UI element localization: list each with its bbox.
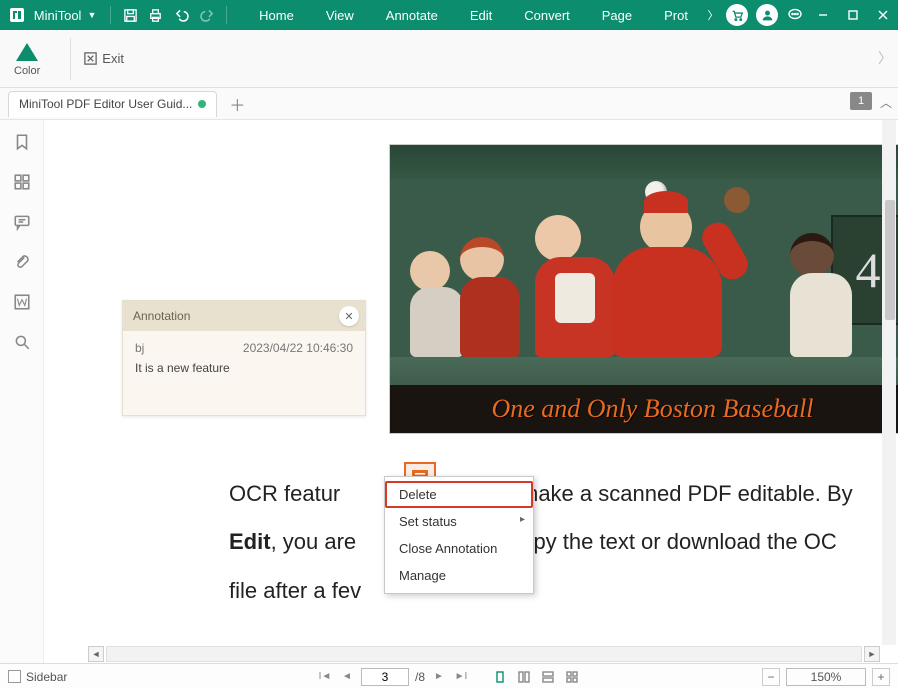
scroll-right-icon[interactable]: ► bbox=[864, 646, 880, 662]
feedback-icon[interactable] bbox=[782, 0, 808, 30]
document-tab[interactable]: MiniTool PDF Editor User Guid... bbox=[8, 91, 217, 117]
context-menu: Delete Set status Close Annotation Manag… bbox=[384, 476, 534, 594]
menu-home[interactable]: Home bbox=[243, 0, 310, 30]
tab-title: MiniTool PDF Editor User Guid... bbox=[19, 97, 192, 111]
menu-annotate[interactable]: Annotate bbox=[370, 0, 454, 30]
color-label: Color bbox=[14, 65, 40, 77]
context-delete[interactable]: Delete bbox=[385, 481, 533, 508]
status-bar: Sidebar I◄ ◄ /8 ► ►I − 150% + bbox=[0, 663, 898, 689]
scroll-left-icon[interactable]: ◄ bbox=[88, 646, 104, 662]
annotation-title: Annotation bbox=[133, 309, 190, 323]
collapse-icon[interactable]: ︿ bbox=[880, 94, 892, 111]
redo-icon[interactable] bbox=[194, 0, 220, 30]
menu-view[interactable]: View bbox=[310, 0, 370, 30]
menu-page[interactable]: Page bbox=[586, 0, 648, 30]
comments-icon[interactable] bbox=[10, 210, 34, 234]
close-button[interactable] bbox=[868, 0, 898, 30]
vertical-scrollbar[interactable] bbox=[882, 120, 896, 645]
view-facing-icon[interactable] bbox=[539, 669, 557, 685]
bookmark-icon[interactable] bbox=[10, 130, 34, 154]
color-tool[interactable]: Color bbox=[14, 41, 40, 77]
page-navigator: I◄ ◄ /8 ► ►I bbox=[317, 668, 581, 686]
menu-overflow-icon[interactable]: 〉 bbox=[704, 7, 722, 23]
annotation-popup: Annotation ✕ bj 2023/04/22 10:46:30 It i… bbox=[122, 300, 366, 416]
separator bbox=[226, 6, 227, 24]
horizontal-scrollbar[interactable]: ◄ ► bbox=[88, 645, 880, 663]
zoom-out-button[interactable]: − bbox=[762, 668, 780, 686]
title-bar: MiniTool ▼ Home View Annotate Edit Conve… bbox=[0, 0, 898, 30]
word-icon[interactable] bbox=[10, 290, 34, 314]
context-set-status[interactable]: Set status bbox=[385, 508, 533, 535]
undo-icon[interactable] bbox=[169, 0, 195, 30]
banner-text: One and Only Boston Baseball bbox=[491, 394, 813, 424]
exit-label: Exit bbox=[102, 51, 124, 66]
annotation-text: It is a new feature bbox=[135, 361, 353, 375]
context-close-annotation[interactable]: Close Annotation bbox=[385, 535, 533, 562]
zoom-in-button[interactable]: + bbox=[872, 668, 890, 686]
modified-dot-icon bbox=[198, 100, 206, 108]
left-sidebar bbox=[0, 120, 44, 663]
app-logo-icon bbox=[6, 4, 28, 26]
sidebar-checkbox[interactable] bbox=[8, 670, 21, 683]
thumbnails-icon[interactable] bbox=[10, 170, 34, 194]
color-triangle-icon bbox=[16, 43, 38, 61]
cart-icon[interactable] bbox=[726, 4, 748, 26]
ribbon-expand-icon[interactable]: 〉 bbox=[878, 48, 892, 68]
last-page-icon[interactable]: ►I bbox=[453, 669, 469, 685]
maximize-button[interactable] bbox=[838, 0, 868, 30]
add-tab-button[interactable]: ＋ bbox=[225, 92, 249, 116]
document-tabs: MiniTool PDF Editor User Guid... ＋ 1 ︿ bbox=[0, 88, 898, 120]
first-page-icon[interactable]: I◄ bbox=[317, 669, 333, 685]
document-image: 4 bbox=[389, 144, 898, 434]
annotation-header: Annotation ✕ bbox=[123, 301, 365, 331]
menu-edit[interactable]: Edit bbox=[454, 0, 508, 30]
next-page-icon[interactable]: ► bbox=[431, 669, 447, 685]
app-name: MiniTool bbox=[34, 8, 82, 23]
page-input[interactable] bbox=[361, 668, 409, 686]
ribbon: Color Exit 〉 bbox=[0, 30, 898, 88]
annotation-author: bj bbox=[135, 341, 144, 355]
exit-button[interactable]: Exit bbox=[83, 51, 124, 66]
view-grid-icon[interactable] bbox=[563, 669, 581, 685]
page-count-badge: 1 bbox=[850, 92, 872, 110]
main-menu: Home View Annotate Edit Convert Page Pro… bbox=[243, 0, 704, 30]
content-area: 4 bbox=[0, 120, 898, 663]
zoom-level[interactable]: 150% bbox=[786, 668, 866, 686]
minimize-button[interactable] bbox=[808, 0, 838, 30]
annotation-timestamp: 2023/04/22 10:46:30 bbox=[243, 341, 353, 355]
save-icon[interactable] bbox=[117, 0, 143, 30]
separator bbox=[110, 6, 111, 24]
document-text: OCR featur till to make a scanned PDF ed… bbox=[229, 470, 868, 615]
prev-page-icon[interactable]: ◄ bbox=[339, 669, 355, 685]
view-single-icon[interactable] bbox=[491, 669, 509, 685]
page-total: /8 bbox=[415, 670, 425, 684]
view-continuous-icon[interactable] bbox=[515, 669, 533, 685]
sidebar-label: Sidebar bbox=[26, 670, 67, 684]
print-icon[interactable] bbox=[143, 0, 169, 30]
divider bbox=[70, 38, 71, 80]
annotation-close-button[interactable]: ✕ bbox=[339, 306, 359, 326]
attachment-icon[interactable] bbox=[10, 250, 34, 274]
menu-convert[interactable]: Convert bbox=[508, 0, 586, 30]
menu-protect[interactable]: Prot bbox=[648, 0, 704, 30]
account-icon[interactable] bbox=[756, 4, 778, 26]
search-icon[interactable] bbox=[10, 330, 34, 354]
app-dropdown-icon[interactable]: ▼ bbox=[87, 10, 96, 20]
context-manage[interactable]: Manage bbox=[385, 562, 533, 589]
document-viewport[interactable]: 4 bbox=[44, 120, 898, 663]
